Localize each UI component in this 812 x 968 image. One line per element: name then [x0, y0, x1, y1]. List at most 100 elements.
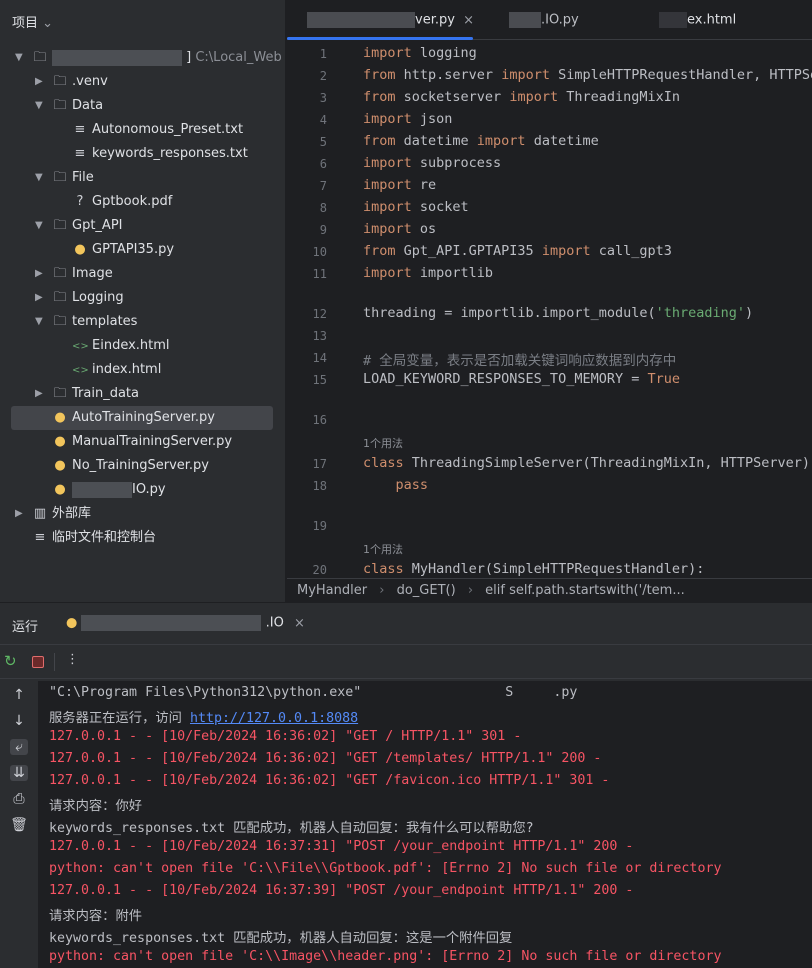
code-line[interactable]: threading = importlib.import_module('thr…	[363, 305, 753, 321]
tree-item-content: 🗀 Logging	[52, 286, 123, 310]
code-line[interactable]: import json	[363, 111, 452, 127]
code-line[interactable]: import importlib	[363, 265, 493, 281]
tree-item[interactable]: ▶ 🗀 Image	[0, 262, 273, 286]
breadcrumb: MyHandler › do_GET() › elif self.path.st…	[287, 578, 812, 602]
tree-item-content: <> index.html	[72, 358, 161, 383]
tree-item[interactable]: <> Eindex.html	[0, 334, 273, 358]
usage-hint[interactable]: 1个用法	[363, 541, 403, 557]
tree-item[interactable]: ▶ 🗀 .venv	[0, 70, 273, 94]
tree-root[interactable]: ▼ 🗀 ] C:\Local_Web	[0, 46, 282, 70]
line-number: 15	[312, 373, 327, 387]
console-output[interactable]: "C:\Program Files\Python312\python.exe" …	[38, 681, 812, 968]
line-number: 18	[312, 479, 327, 493]
tree-item[interactable]: ▼ 🗀 templates	[0, 310, 273, 334]
tree-item-label: Image	[72, 266, 113, 281]
tree-item-label: index.html	[92, 362, 162, 377]
code-line[interactable]: class MyHandler(SimpleHTTPRequestHandler…	[363, 561, 704, 577]
code-line[interactable]: import os	[363, 221, 436, 237]
tab-io[interactable]: .IO.py	[509, 12, 579, 28]
tree-item[interactable]: ≡ Autonomous_Preset.txt	[0, 118, 273, 142]
python-icon: ●	[66, 615, 78, 631]
code-line[interactable]: class ThreadingSimpleServer(ThreadingMix…	[363, 455, 812, 471]
breadcrumb-item[interactable]: elif self.path.startswith('/tem...	[485, 583, 685, 598]
breadcrumb-item[interactable]: MyHandler	[297, 583, 367, 598]
chevron-down-icon: ▼	[35, 172, 43, 183]
tree-item[interactable]: <> index.html	[0, 358, 273, 382]
breadcrumb-item[interactable]: do_GET()	[397, 583, 456, 598]
code-line[interactable]: from socketserver import ThreadingMixIn	[363, 89, 680, 105]
tab-active[interactable]: ver.py ×	[307, 12, 474, 28]
chevron-right-icon: ▶	[15, 508, 23, 519]
rerun-icon[interactable]: ↻	[4, 652, 17, 670]
project-panel: 项目 ⌄ ▼ 🗀 ] C:\Local_Web ▶ 🗀 .venv ▼ 🗀 Data ≡ Au…	[0, 0, 286, 602]
tree-item[interactable]: ▶ 🗀 Train_data	[0, 382, 273, 406]
scroll-to-end-icon[interactable]: ⇊	[10, 765, 28, 781]
soft-wrap-icon[interactable]: ⤶	[10, 739, 28, 755]
line-number: 11	[312, 267, 327, 281]
usage-hint[interactable]: 1个用法	[363, 435, 403, 451]
console-link[interactable]: http://127.0.0.1:8088	[190, 711, 358, 726]
console-line: 请求内容：附件	[49, 905, 142, 924]
trash-icon[interactable]: 🗑	[10, 817, 28, 833]
tree-item-content: 🗀 Data	[52, 94, 103, 118]
tree-item[interactable]: ● IO.py	[0, 478, 273, 502]
html-icon: <>	[72, 365, 89, 376]
code-line[interactable]: from Gpt_API.GPTAPI35 import call_gpt3	[363, 243, 672, 259]
console-text: 请求内容：你好	[49, 799, 143, 814]
python-icon: ●	[74, 242, 86, 257]
python-icon: ●	[54, 458, 66, 473]
code-line[interactable]: import logging	[363, 45, 477, 61]
console-text: 请求内容：附件	[49, 909, 143, 924]
console-text: 127.0.0.1 - - [10/Feb/2024 16:37:31] "PO…	[49, 839, 634, 854]
library-icon: ▥	[33, 506, 47, 521]
tree-item-content: ? Gptbook.pdf	[72, 190, 173, 214]
code-line[interactable]: # 全局变量，表示是否加载关键词响应数据到内存中	[363, 349, 676, 369]
close-icon[interactable]: ×	[294, 616, 305, 631]
tree-item[interactable]: ▼ 🗀 Data	[0, 94, 273, 118]
tree-item[interactable]: ● AutoTrainingServer.py	[11, 406, 273, 430]
code-line[interactable]: from http.server import SimpleHTTPReques…	[363, 67, 812, 83]
tree-item[interactable]: ● GPTAPI35.py	[0, 238, 273, 262]
line-number: 12	[312, 307, 327, 321]
tab-html[interactable]: ex.html	[659, 12, 736, 28]
console-line: keywords_responses.txt 匹配成功，机器人自动回复：这是一个…	[49, 927, 512, 946]
tree-item-label: Train_data	[72, 386, 139, 401]
folder-icon: 🗀	[53, 314, 67, 329]
console-text: 127.0.0.1 - - [10/Feb/2024 16:37:39] "PO…	[49, 883, 634, 898]
tree-item[interactable]: ▼ 🗀 Gpt_API	[0, 214, 273, 238]
scroll-up-icon[interactable]: ↑	[10, 687, 28, 703]
tree-item[interactable]: ▶ 🗀 Logging	[0, 286, 273, 310]
close-icon[interactable]: ×	[463, 13, 474, 28]
folder-icon: 🗀	[53, 386, 67, 401]
code-line[interactable]: from datetime import datetime	[363, 133, 599, 149]
tree-item[interactable]: ≡ keywords_responses.txt	[0, 142, 273, 166]
more-options-icon[interactable]: ⋮	[66, 652, 79, 667]
tree-item[interactable]: ▼ 🗀 File	[0, 166, 273, 190]
code-line[interactable]: import socket	[363, 199, 469, 215]
code-line[interactable]: LOAD_KEYWORD_RESPONSES_TO_MEMORY = True	[363, 371, 680, 387]
chevron-down-icon: ▼	[15, 52, 23, 63]
print-icon[interactable]: ⎙	[10, 791, 28, 807]
console-text: python: can't open file 'C:\\File\\Gptbo…	[49, 861, 722, 876]
scroll-down-icon[interactable]: ↓	[10, 713, 28, 729]
chevron-down-icon: ▼	[35, 220, 43, 231]
chevron-down-icon: ▼	[35, 316, 43, 327]
project-title[interactable]: 项目 ⌄	[12, 12, 53, 31]
run-panel: 运行 ● .IO × ↻ ⋮ ↑ ↓ ⤶ ⇊ ⎙ 🗑 "C:\Program F…	[0, 602, 812, 968]
console-text: 127.0.0.1 - - [10/Feb/2024 16:36:02] "GE…	[49, 773, 610, 788]
run-tab[interactable]: ● .IO ×	[66, 615, 305, 631]
code-line[interactable]: pass	[363, 477, 429, 493]
tree-item[interactable]: ● ManualTrainingServer.py	[0, 430, 273, 454]
tree-item-content: 🗀 .venv	[52, 70, 107, 94]
code-line[interactable]: import re	[363, 177, 436, 193]
tree-scratches[interactable]: ≡ 临时文件和控制台	[0, 526, 273, 550]
tree-item-label: AutoTrainingServer.py	[72, 410, 215, 425]
tree-item[interactable]: ● No_TrainingServer.py	[0, 454, 273, 478]
tree-item-label: Gpt_API	[72, 218, 123, 233]
tree-item-content: <> Eindex.html	[72, 334, 170, 359]
stop-icon[interactable]	[32, 656, 44, 668]
tree-external-libraries[interactable]: ▶ ▥ 外部库	[0, 502, 273, 526]
tree-item[interactable]: ? Gptbook.pdf	[0, 190, 273, 214]
code-line[interactable]: import subprocess	[363, 155, 501, 171]
line-number: 5	[319, 135, 327, 149]
